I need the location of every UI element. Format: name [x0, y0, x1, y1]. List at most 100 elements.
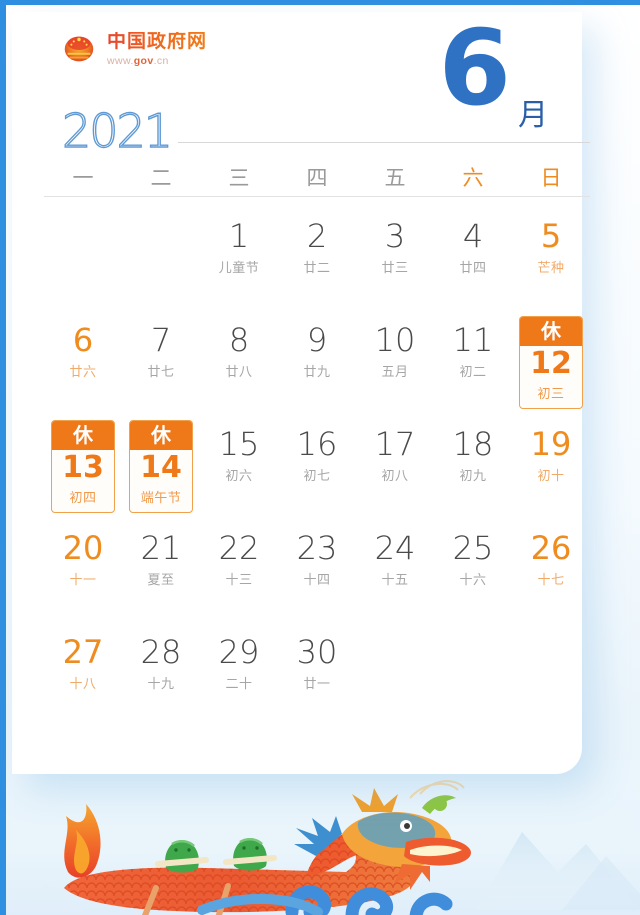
calendar-day-inner: 30 廿一 [286, 633, 348, 691]
calendar-day-inner: 8 廿八 [208, 321, 270, 380]
day-number: 6 [72, 321, 94, 359]
lunar-or-holiday-label: 芒种 [537, 260, 565, 276]
calendar-day-13[interactable]: 休 13 初四 [44, 416, 122, 520]
calendar-day-inner: 休 14 端午节 [129, 420, 193, 513]
calendar-day-inner: 1 儿童节 [208, 217, 270, 276]
calendar-day-15[interactable]: 15 初六 [200, 416, 278, 520]
day-number: 17 [374, 425, 416, 463]
calendar-day-10[interactable]: 10 五月 [356, 312, 434, 416]
calendar-day-inner: 4 廿四 [442, 219, 504, 276]
lunar-or-holiday-label: 初八 [381, 468, 409, 484]
calendar-day-inner: 10 五月 [364, 323, 426, 379]
day-number: 9 [306, 321, 328, 359]
calendar-cell-empty [122, 208, 200, 312]
calendar-day-28[interactable]: 28 十九 [122, 624, 200, 728]
calendar-day-9[interactable]: 9 廿九 [278, 312, 356, 416]
calendar-day-30[interactable]: 30 廿一 [278, 624, 356, 728]
weekday-divider [44, 196, 590, 197]
lunar-or-holiday-label: 十四 [303, 572, 331, 588]
china-national-emblem-icon [60, 30, 98, 68]
day-number: 5 [540, 217, 562, 255]
calendar-day-inner: 17 初八 [364, 425, 426, 484]
calendar-day-inner: 19 初十 [520, 425, 582, 483]
calendar-day-19[interactable]: 19 初十 [512, 416, 590, 520]
calendar-day-11[interactable]: 11 初二 [434, 312, 512, 416]
day-number: 28 [140, 633, 182, 671]
lunar-or-holiday-label: 廿九 [303, 364, 331, 380]
lunar-or-holiday-label: 端午节 [140, 490, 182, 506]
day-number: 15 [218, 425, 260, 463]
calendar-day-20[interactable]: 20 十一 [44, 520, 122, 624]
day-number: 25 [452, 529, 494, 567]
calendar-day-inner: 6 廿六 [52, 321, 114, 379]
calendar-day-inner: 5 芒种 [520, 217, 582, 276]
day-number: 27 [62, 633, 104, 671]
calendar-day-22[interactable]: 22 十三 [200, 520, 278, 624]
day-number: 30 [296, 633, 338, 671]
day-number: 8 [228, 321, 250, 359]
calendar-day-18[interactable]: 18 初九 [434, 416, 512, 520]
calendar-day-inner: 18 初九 [442, 427, 504, 483]
calendar-day-4[interactable]: 4 廿四 [434, 208, 512, 312]
lunar-or-holiday-label: 初七 [303, 468, 331, 484]
calendar-day-14[interactable]: 休 14 端午节 [122, 416, 200, 520]
calendar-day-inner: 11 初二 [442, 323, 504, 380]
calendar-day-inner: 7 廿七 [130, 323, 192, 379]
lunar-or-holiday-label: 初二 [459, 364, 487, 380]
calendar-day-7[interactable]: 7 廿七 [122, 312, 200, 416]
calendar-day-29[interactable]: 29 二十 [200, 624, 278, 728]
calendar-day-26[interactable]: 26 十七 [512, 520, 590, 624]
lunar-or-holiday-label: 二十 [225, 676, 253, 692]
lunar-or-holiday-label: 初六 [225, 468, 253, 484]
calendar-day-16[interactable]: 16 初七 [278, 416, 356, 520]
calendar-day-inner: 20 十一 [52, 529, 114, 588]
calendar-day-6[interactable]: 6 廿六 [44, 312, 122, 416]
day-number: 2 [306, 217, 328, 255]
calendar-day-inner: 16 初七 [286, 425, 348, 484]
day-number: 26 [530, 529, 572, 567]
lunar-or-holiday-label: 十八 [69, 676, 97, 692]
calendar-day-1[interactable]: 1 儿童节 [200, 208, 278, 312]
calendar-day-2[interactable]: 2 廿二 [278, 208, 356, 312]
calendar-day-24[interactable]: 24 十五 [356, 520, 434, 624]
calendar-day-inner: 26 十七 [520, 529, 582, 587]
year-label: 2021 [61, 103, 173, 158]
lunar-or-holiday-label: 廿八 [225, 364, 253, 380]
calendar-day-grid: 1 儿童节 2 廿二 3 廿三 4 廿四 5 芒种 6 廿六 7 廿七 8 廿八 9 廿九 10 五月 11 初二休 12 初… [44, 208, 590, 728]
day-number: 1 [228, 217, 250, 255]
calendar-card: 中国政府网 www.gov.cn 6 月 2021 一二三四五六日 1 儿童节 2 廿… [12, 7, 590, 774]
calendar-page: 中国政府网 www.gov.cn 6 月 2021 一二三四五六日 1 儿童节 2 廿… [0, 0, 640, 915]
calendar-day-inner: 9 廿九 [286, 321, 348, 380]
calendar-day-8[interactable]: 8 廿八 [200, 312, 278, 416]
lunar-or-holiday-label: 廿四 [459, 260, 487, 276]
calendar-day-25[interactable]: 25 十六 [434, 520, 512, 624]
day-number: 23 [296, 529, 338, 567]
rest-day-badge: 休 [52, 421, 114, 450]
day-number: 29 [218, 633, 260, 671]
day-number: 19 [530, 425, 572, 463]
lunar-or-holiday-label: 初四 [69, 490, 97, 506]
calendar-day-3[interactable]: 3 廿三 [356, 208, 434, 312]
day-number: 12 [530, 346, 572, 381]
calendar-day-21[interactable]: 21 夏至 [122, 520, 200, 624]
month-number: 6 [438, 7, 511, 129]
calendar-day-inner: 休 12 初三 [519, 316, 583, 409]
calendar-day-12[interactable]: 休 12 初三 [512, 312, 590, 416]
calendar-day-27[interactable]: 27 十八 [44, 624, 122, 728]
calendar-day-17[interactable]: 17 初八 [356, 416, 434, 520]
day-number: 20 [62, 529, 104, 567]
day-number: 13 [62, 450, 104, 485]
lunar-or-holiday-label: 儿童节 [218, 260, 260, 276]
calendar-day-5[interactable]: 5 芒种 [512, 208, 590, 312]
calendar-day-inner: 21 夏至 [130, 531, 192, 587]
lunar-or-holiday-label: 十一 [69, 572, 97, 588]
rest-day-badge: 休 [520, 317, 582, 346]
brand-url: www.gov.cn [107, 54, 169, 67]
calendar-day-23[interactable]: 23 十四 [278, 520, 356, 624]
day-number: 16 [296, 425, 338, 463]
calendar-day-inner: 22 十三 [208, 531, 270, 587]
brand-logo[interactable]: 中国政府网 www.gov.cn [60, 30, 207, 68]
calendar-day-inner: 24 十五 [364, 531, 426, 587]
calendar-day-inner: 3 廿三 [364, 219, 426, 275]
calendar-day-inner: 休 13 初四 [51, 420, 115, 513]
